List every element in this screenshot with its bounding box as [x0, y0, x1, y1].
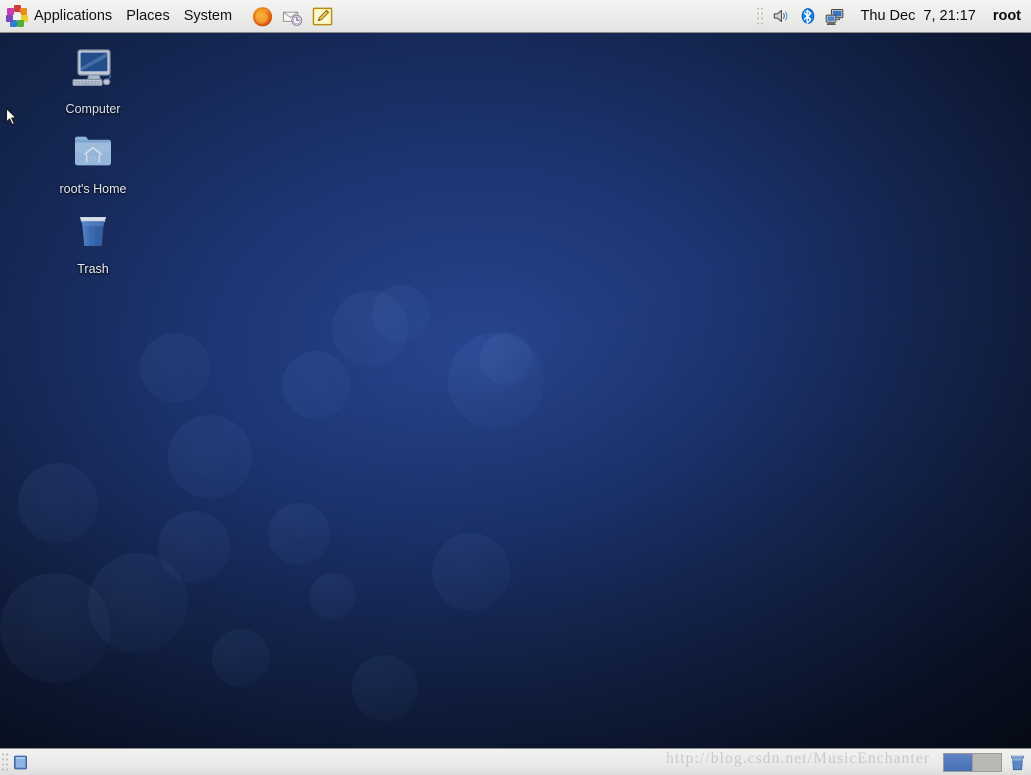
wallpaper-bubble: [268, 503, 330, 565]
desktop-icon-computer[interactable]: Computer: [38, 47, 148, 117]
workspace-2[interactable]: [972, 753, 1001, 771]
menu-system[interactable]: System: [177, 4, 239, 29]
desktop-icon-home[interactable]: root's Home: [38, 127, 148, 197]
wallpaper-bubble: [0, 573, 110, 683]
desktop-icon-computer-label: Computer: [65, 102, 121, 116]
computer-monitor-icon: [67, 47, 119, 97]
home-folder-icon: [67, 127, 119, 177]
wallpaper-bubble: [18, 463, 98, 543]
evolution-mail-icon: [282, 11, 302, 26]
menu-applications[interactable]: Applications: [0, 4, 119, 29]
network-icon[interactable]: [823, 4, 847, 28]
bluetooth-icon[interactable]: [796, 4, 820, 28]
menu-applications-label: Applications: [34, 8, 113, 24]
workspace-1[interactable]: [944, 753, 972, 771]
system-tray: [764, 4, 852, 28]
wallpaper-bubble: [310, 573, 356, 619]
firefox-launcher[interactable]: [248, 2, 276, 30]
clock[interactable]: Thu Dec 7, 21:17: [852, 4, 985, 28]
menu-system-label: System: [183, 8, 233, 24]
desktop-area[interactable]: Computer root's Home Trash: [0, 33, 1031, 748]
wallpaper-bubble: [372, 285, 430, 343]
wallpaper-bubble: [158, 511, 230, 583]
wallpaper-bubble: [432, 533, 510, 611]
evolution-launcher[interactable]: [278, 2, 306, 30]
firefox-icon: [252, 6, 272, 26]
menu-places-label: Places: [126, 8, 170, 24]
bottom-panel: [0, 748, 1031, 775]
wallpaper-bubble: [352, 655, 418, 721]
trash-bin-icon: [67, 207, 119, 257]
wallpaper-bubble: [140, 333, 210, 403]
trash-applet[interactable]: [1006, 751, 1028, 773]
show-desktop-button[interactable]: [9, 751, 31, 773]
wallpaper-bubble: [212, 629, 270, 687]
bluetooth-icon: [801, 8, 814, 24]
desktop-screen: Applications Places System Thu Dec 7, 21…: [0, 0, 1031, 775]
trash-applet-icon: [1010, 755, 1024, 770]
volume-icon[interactable]: [769, 4, 793, 28]
panel-drag-handle[interactable]: [754, 5, 764, 27]
speaker-icon: [773, 10, 787, 22]
menu-places[interactable]: Places: [119, 4, 177, 29]
workspace-switcher[interactable]: [943, 752, 1002, 772]
gnome-foot-icon: [6, 5, 28, 27]
bottom-panel-drag-handle[interactable]: [0, 751, 9, 773]
wallpaper-bubble: [168, 415, 252, 499]
desktop-icon-trash[interactable]: Trash: [38, 207, 148, 277]
desktop-icon-trash-label: Trash: [77, 262, 109, 276]
desktop-icon-home-label: root's Home: [59, 182, 127, 196]
window-list[interactable]: [34, 749, 943, 775]
show-desktop-icon: [13, 755, 27, 769]
top-panel: Applications Places System Thu Dec 7, 21…: [0, 0, 1031, 33]
wallpaper-bubble: [480, 333, 532, 385]
wallpaper-bubble: [282, 351, 350, 419]
user-menu[interactable]: root: [987, 4, 1031, 28]
network-monitor-icon: [825, 8, 844, 25]
text-editor-icon: [312, 7, 332, 25]
text-editor-launcher[interactable]: [308, 2, 336, 30]
